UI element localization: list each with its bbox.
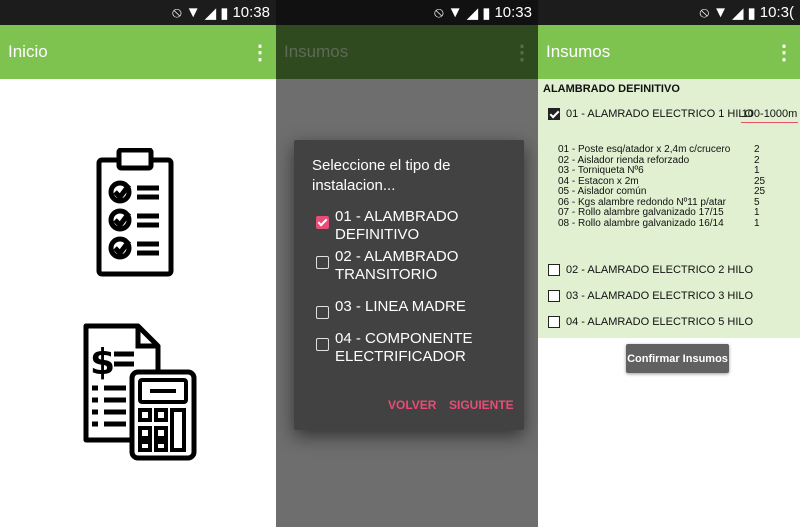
option-alambrado-transitorio[interactable]: 02 - ALAMBRADO TRANSITORIO: [316, 248, 516, 284]
signal-icon: ◢: [204, 4, 217, 22]
item-name: 07 - Rollo alambre galvanizado 17/15: [558, 207, 724, 218]
page-title: Inicio: [8, 42, 48, 61]
option-label: 03 - ALAMRADO ELECTRICO 3 HILO: [566, 290, 754, 302]
item-qty: 2: [754, 144, 760, 155]
dnd-icon: ⦸: [172, 4, 182, 21]
option-label: 04 - COMPONENTE ELECTRIFICADOR: [335, 330, 473, 365]
option-hilo-2[interactable]: 02 - ALAMRADO ELECTRICO 2 HILO: [548, 264, 753, 276]
screen-inicio: ⦸ ▼ ◢ ▮ 10:38 Inicio ⋮ $: [0, 0, 276, 527]
svg-text:$: $: [90, 342, 115, 383]
checkbox[interactable]: [316, 306, 329, 319]
status-bar: ⦸ ▼ ◢ ▮ 10:38: [0, 0, 276, 25]
list-item: 01 - Poste esq/atador x 2,4m c/crucero 2: [558, 144, 774, 156]
option-label: 02 - ALAMRADO ELECTRICO 2 HILO: [566, 264, 754, 276]
page-title: Insumos: [546, 42, 611, 61]
option-label: 02 - ALAMBRADO TRANSITORIO: [335, 248, 459, 283]
checkbox[interactable]: [548, 290, 560, 302]
page-title: Insumos: [284, 42, 349, 61]
app-bar: Insumos ⋮: [538, 25, 800, 79]
list-item: 05 - Aislador común 25: [558, 186, 774, 198]
next-button[interactable]: SIGUIENTE: [449, 398, 514, 412]
status-time: 10:33: [494, 4, 532, 21]
wifi-icon: ▼: [447, 4, 463, 21]
more-vert-icon[interactable]: ⋮: [512, 40, 532, 65]
list-item: 03 - Torniqueta Nº6 1: [558, 165, 774, 177]
confirm-insumos-button[interactable]: Confirmar Insumos: [626, 344, 729, 373]
option-alambrado-definitivo[interactable]: 01 - ALAMBRADO DEFINITIVO: [316, 208, 516, 244]
status-time: 10:3(: [759, 4, 794, 21]
option-label: 03 - LINEA MADRE: [335, 298, 466, 315]
more-vert-icon[interactable]: ⋮: [774, 40, 794, 65]
signal-icon: ◢: [731, 4, 744, 22]
item-qty: 1: [754, 217, 760, 229]
checkbox[interactable]: [548, 264, 560, 276]
option-linea-madre[interactable]: 03 - LINEA MADRE: [316, 298, 516, 319]
status-time: 10:38: [232, 4, 270, 21]
more-vert-icon[interactable]: ⋮: [250, 40, 270, 65]
option-hilo-1[interactable]: 01 - ALAMRADO ELECTRICO 1 HILO: [548, 108, 753, 120]
wifi-icon: ▼: [713, 4, 728, 21]
status-bar: ⦸ ▼ ◢ ▮ 10:33: [276, 0, 538, 25]
back-button[interactable]: VOLVER: [388, 398, 436, 412]
checkbox[interactable]: [316, 216, 329, 229]
option-hilo-3[interactable]: 03 - ALAMRADO ELECTRICO 3 HILO: [548, 290, 753, 302]
screen-insumos-dialog: ⦸ ▼ ◢ ▮ 10:33 Insumos ⋮ Seleccione el ti…: [276, 0, 538, 527]
wifi-icon: ▼: [185, 4, 201, 21]
option-hilo-5[interactable]: 04 - ALAMRADO ELECTRICO 5 HILO: [548, 316, 753, 328]
option-label: 04 - ALAMRADO ELECTRICO 5 HILO: [566, 316, 754, 328]
battery-icon: ▮: [747, 4, 756, 22]
insumos-content: ALAMBRADO DEFINITIVO 01 - ALAMRADO ELECT…: [538, 79, 800, 338]
screen-insumos-list: ⦸ ▼ ◢ ▮ 10:3( Insumos ⋮ ALAMBRADO DEFINI…: [538, 0, 800, 527]
signal-icon: ◢: [466, 4, 479, 22]
battery-icon: ▮: [482, 4, 491, 22]
option-label: 01 - ALAMBRADO DEFINITIVO: [335, 208, 459, 243]
installation-type-dialog: Seleccione el tipo de instalacion... 01 …: [294, 140, 524, 430]
item-qty: 1: [754, 207, 760, 218]
option-label: 01 - ALAMRADO ELECTRICO 1 HILO: [566, 108, 754, 120]
app-bar: Insumos ⋮: [276, 25, 538, 79]
dnd-icon: ⦸: [699, 4, 710, 21]
item-name: 03 - Torniqueta Nº6: [558, 165, 644, 176]
items-list: 01 - Poste esq/atador x 2,4m c/crucero 2 …: [558, 144, 774, 230]
battery-icon: ▮: [220, 4, 229, 22]
item-qty: 25: [754, 186, 766, 197]
list-item: 07 - Rollo alambre galvanizado 17/15 1: [558, 207, 774, 219]
checklist-icon[interactable]: [95, 147, 175, 283]
section-title: ALAMBRADO DEFINITIVO: [543, 83, 680, 95]
dialog-title: Seleccione el tipo de instalacion...: [312, 157, 451, 194]
budget-calculator-icon[interactable]: $: [80, 322, 200, 467]
option-componente-electrificador[interactable]: 04 - COMPONENTE ELECTRIFICADOR: [316, 330, 516, 366]
dnd-icon: ⦸: [434, 4, 444, 21]
checkbox[interactable]: [316, 256, 329, 269]
item-name: 01 - Poste esq/atador x 2,4m c/crucero: [558, 144, 731, 155]
checkbox[interactable]: [548, 108, 560, 120]
item-qty: 1: [754, 165, 760, 176]
app-bar: Inicio ⋮: [0, 25, 276, 79]
checkbox[interactable]: [316, 338, 329, 351]
range-input[interactable]: [741, 106, 798, 123]
checkbox[interactable]: [548, 316, 560, 328]
status-bar: ⦸ ▼ ◢ ▮ 10:3(: [538, 0, 800, 25]
list-item: 08 - Rollo alambre galvanizado 16/14 1: [558, 217, 774, 230]
item-name: 08 - Rollo alambre galvanizado 16/14: [558, 217, 724, 229]
item-name: 05 - Aislador común: [558, 186, 647, 197]
